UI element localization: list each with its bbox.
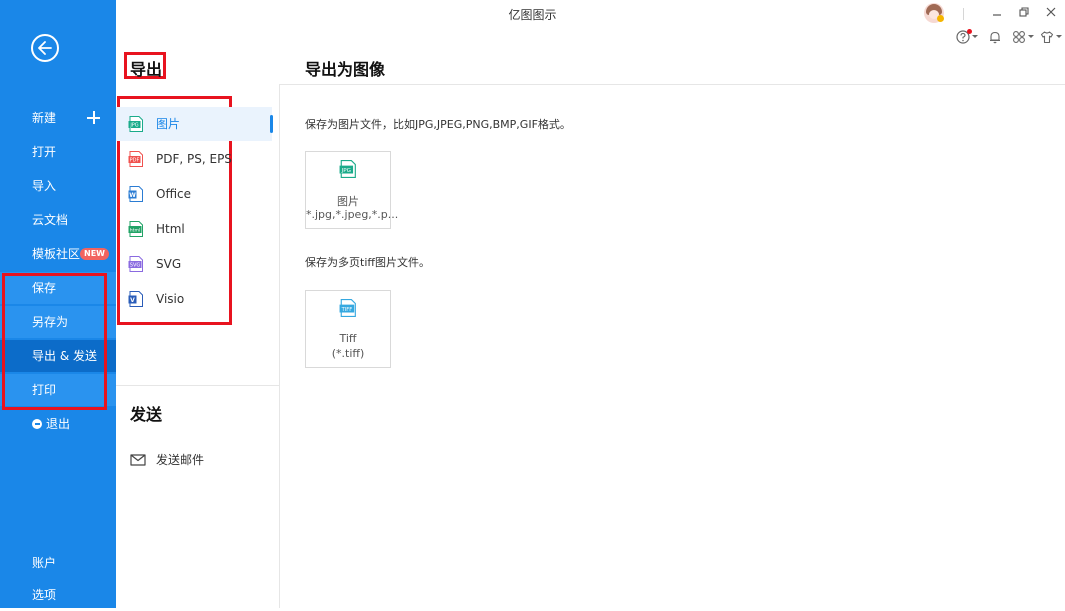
tiff-file-icon: TIFF: [339, 299, 356, 317]
sidebar-item-label: 新建: [32, 111, 57, 125]
sidebar-item-options[interactable]: 选项: [0, 579, 116, 611]
send-email-label: 发送邮件: [156, 453, 205, 467]
html-file-icon: html: [128, 221, 143, 237]
sidebar-item-account[interactable]: 账户: [0, 547, 116, 579]
sidebar-item-template-community[interactable]: 模板社区 NEW: [0, 238, 116, 270]
apps-icon[interactable]: [1012, 27, 1034, 47]
pdf-file-icon: PDF: [128, 151, 143, 167]
titlebar-divider: [963, 8, 964, 20]
card-extensions: (*.tiff): [331, 347, 365, 360]
sidebar-item-label: 退出: [46, 417, 71, 431]
plus-icon[interactable]: [87, 111, 100, 124]
image-export-description: 保存为图片文件，比如JPG,JPEG,PNG,BMP,GIF格式。: [305, 118, 571, 131]
export-type-label: PDF, PS, EPS: [156, 152, 232, 166]
card-title: 图片: [337, 195, 359, 208]
export-type-label: SVG: [156, 257, 182, 271]
selection-indicator: [270, 115, 273, 133]
card-title: Tiff: [339, 332, 357, 345]
word-file-icon: W: [128, 186, 143, 202]
sidebar-item-label: 账户: [32, 556, 57, 570]
export-tiff-card[interactable]: TIFF Tiff (*.tiff): [305, 290, 391, 368]
sidebar-item-label: 选项: [32, 588, 57, 602]
jpg-file-icon: JPG: [339, 160, 356, 178]
theme-shirt-icon[interactable]: [1040, 27, 1062, 47]
export-image-card[interactable]: JPG 图片 *.jpg,*.jpeg,*.p...: [305, 151, 399, 229]
export-type-label: Html: [156, 222, 185, 236]
visio-file-icon: V: [128, 291, 143, 307]
send-email-item[interactable]: 发送邮件: [116, 448, 279, 472]
sidebar-item-label: 导入: [32, 179, 57, 193]
chevron-down-icon: [1056, 35, 1062, 38]
card-extensions: *.jpg,*.jpeg,*.p...: [306, 208, 399, 221]
jpg-file-icon: JPG: [128, 116, 143, 132]
export-type-office[interactable]: W Office: [116, 177, 272, 211]
exit-icon: [32, 419, 42, 429]
sidebar-item-exit[interactable]: 退出: [0, 408, 116, 440]
svg-text:TIFF: TIFF: [341, 307, 353, 313]
sidebar-item-label: 云文档: [32, 213, 69, 227]
close-icon[interactable]: [1043, 4, 1059, 20]
svg-text:JPG: JPG: [129, 123, 138, 129]
export-type-image[interactable]: JPG 图片: [116, 107, 272, 141]
content-heading: 导出为图像: [305, 60, 386, 79]
section-divider: [116, 385, 279, 386]
back-arrow-icon[interactable]: [31, 34, 59, 62]
send-heading: 发送: [130, 405, 163, 424]
window-title: 亿图图示: [508, 8, 557, 22]
svg-text:JPG: JPG: [341, 168, 351, 174]
export-type-html[interactable]: html Html: [116, 212, 272, 246]
export-type-label: Visio: [156, 292, 185, 306]
sidebar-item-new[interactable]: 新建: [0, 102, 116, 134]
svg-text:SVG: SVG: [130, 263, 141, 269]
export-type-svg[interactable]: SVG SVG: [116, 247, 272, 281]
highlight-frame-sidebar: [2, 273, 107, 410]
sidebar-item-cloud-docs[interactable]: 云文档: [0, 204, 116, 236]
export-heading: 导出: [130, 60, 163, 79]
export-type-label: Office: [156, 187, 192, 201]
chevron-down-icon: [972, 35, 978, 38]
bell-icon[interactable]: [988, 27, 1010, 47]
export-type-label: 图片: [156, 117, 181, 131]
tiff-export-description: 保存为多页tiff图片文件。: [305, 256, 430, 269]
export-type-pdf[interactable]: PDF PDF, PS, EPS: [116, 142, 272, 176]
notification-dot-icon: [967, 29, 972, 34]
mail-icon: [130, 454, 146, 466]
minimize-icon[interactable]: [989, 4, 1005, 20]
svg-text:html: html: [130, 228, 140, 234]
vip-badge-icon: [937, 15, 944, 22]
restore-icon[interactable]: [1016, 4, 1032, 20]
svg-text:V: V: [130, 297, 135, 304]
svg-text:W: W: [129, 192, 136, 199]
content-header-divider: [280, 84, 1065, 85]
sidebar-item-open[interactable]: 打开: [0, 136, 116, 168]
svg-text:PDF: PDF: [130, 158, 140, 164]
svg-file-icon: SVG: [128, 256, 143, 272]
help-icon[interactable]: [956, 27, 978, 47]
export-type-visio[interactable]: V Visio: [116, 282, 272, 316]
sidebar-item-import[interactable]: 导入: [0, 170, 116, 202]
chevron-down-icon: [1028, 35, 1034, 38]
new-badge: NEW: [80, 248, 109, 260]
sidebar-item-label: 模板社区: [32, 247, 81, 261]
sidebar-item-label: 打开: [32, 145, 57, 159]
panel-divider: [279, 84, 280, 608]
